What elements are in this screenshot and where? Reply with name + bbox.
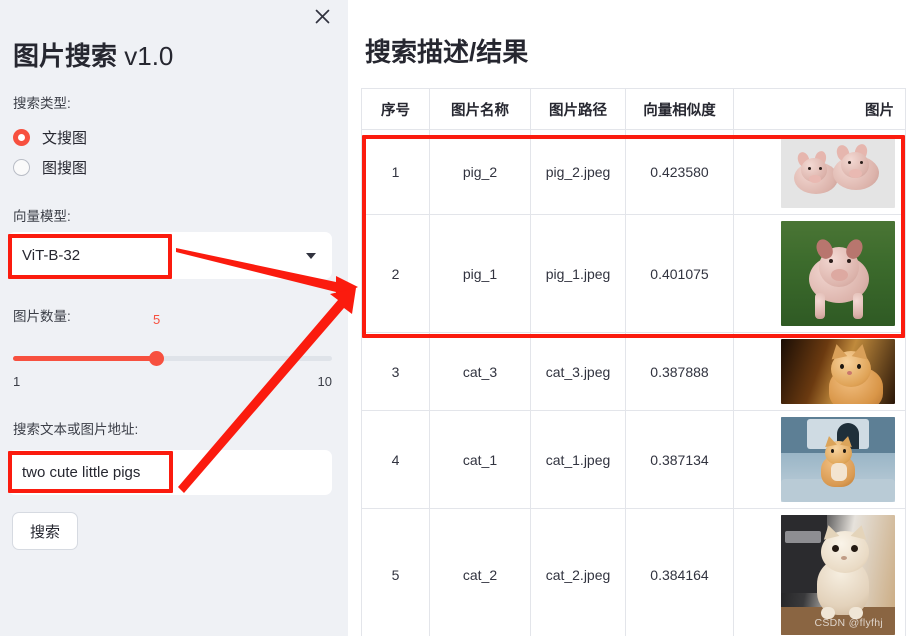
cell-similarity: 0.387888 [625,332,734,411]
image-count-label: 图片数量: [13,309,71,324]
chevron-down-icon[interactable] [306,252,316,259]
page-title-text: 图片搜索 [13,41,118,71]
cell-similarity: 0.423580 [625,129,734,215]
radio-image-to-image[interactable]: 图搜图 [13,157,87,178]
close-icon[interactable] [310,4,334,28]
cell-name: cat_3 [429,332,531,411]
cell-image [733,332,906,411]
table-header-row: 序号 图片名称 图片路径 向量相似度 图片 [361,88,906,130]
cell-image [733,410,906,509]
vector-model-select[interactable]: ViT-B-32 [8,232,332,279]
query-label: 搜索文本或图片地址: [13,422,139,437]
page-version: v1.0 [117,41,174,71]
cell-name: cat_1 [429,410,531,509]
cell-image: CSDN @flyfhj [733,508,906,636]
search-type-label: 搜索类型: [13,96,71,111]
table-row: 1 pig_2 pig_2.jpeg 0.423580 [361,129,906,215]
thumbnail-pig-two-piglets [781,136,895,208]
search-button[interactable]: 搜索 [12,512,78,550]
cell-index: 3 [361,332,430,411]
column-header-path: 图片路径 [530,88,626,130]
vector-model-label: 向量模型: [13,209,71,224]
cell-similarity: 0.384164 [625,508,734,636]
cell-index: 2 [361,214,430,333]
cell-path: cat_1.jpeg [530,410,626,509]
main-panel: 搜索描述/结果 序号 图片名称 图片路径 向量相似度 图片 1 pig_2 pi… [348,0,915,636]
column-header-image: 图片 [733,88,906,130]
radio-label-text-to-image: 文搜图 [42,130,88,147]
thumbnail-cream-cat-standing: CSDN @flyfhj [781,515,895,635]
sidebar-panel: 图片搜索 v1.0 搜索类型: 文搜图 图搜图 向量模型: ViT-B-32 图… [0,0,348,636]
page-title: 图片搜索 v1.0 [13,36,173,73]
table-row: 4 cat_1 cat_1.jpeg 0.387134 [361,410,906,509]
column-header-name: 图片名称 [429,88,531,130]
cell-path: cat_3.jpeg [530,332,626,411]
column-header-index: 序号 [361,88,430,130]
app-window: 图片搜索 v1.0 搜索类型: 文搜图 图搜图 向量模型: ViT-B-32 图… [0,0,915,636]
table-row: 3 cat_3 cat_3.jpeg 0.387888 [361,332,906,411]
cell-image [733,214,906,333]
cell-name: pig_2 [429,129,531,215]
slider-min-label: 1 [13,374,21,389]
radio-unselected-icon[interactable] [13,159,30,176]
slider-max-label: 10 [317,374,332,389]
cell-path: cat_2.jpeg [530,508,626,636]
cell-similarity: 0.387134 [625,410,734,509]
cell-index: 5 [361,508,430,636]
cell-index: 1 [361,129,430,215]
radio-text-to-image[interactable]: 文搜图 [13,127,87,148]
slider-current-value: 5 [153,312,161,327]
results-title: 搜索描述/结果 [365,37,529,67]
cell-path: pig_2.jpeg [530,129,626,215]
cell-name: pig_1 [429,214,531,333]
cell-name: cat_2 [429,508,531,636]
table-row: 2 pig_1 pig_1.jpeg 0.401075 [361,214,906,333]
vector-model-value: ViT-B-32 [22,247,81,264]
cell-image [733,129,906,215]
cell-index: 4 [361,410,430,509]
radio-selected-icon[interactable] [13,129,30,146]
slider-fill [13,356,156,361]
cell-path: pig_1.jpeg [530,214,626,333]
thumbnail-orange-kitten-dark [781,339,895,404]
radio-label-image-to-image: 图搜图 [42,160,88,177]
cell-similarity: 0.401075 [625,214,734,333]
thumbnail-pig-in-grass [781,221,895,326]
results-table: 序号 图片名称 图片路径 向量相似度 图片 1 pig_2 pig_2.jpeg… [361,88,906,636]
search-input[interactable] [8,450,332,495]
slider-thumb[interactable] [149,351,164,366]
column-header-similarity: 向量相似度 [625,88,734,130]
table-row: 5 cat_2 cat_2.jpeg 0.384164 CSDN @flyfhj [361,508,906,636]
thumbnail-kitten-on-tower [781,417,895,502]
